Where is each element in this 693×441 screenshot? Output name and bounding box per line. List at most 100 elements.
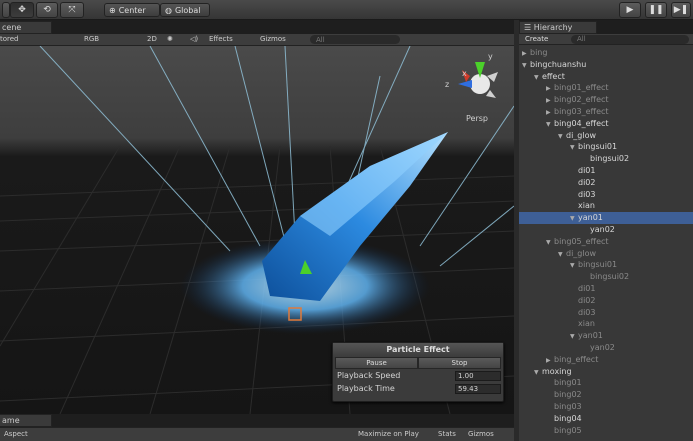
hierarchy-item[interactable]: di03 xyxy=(519,189,693,201)
hierarchy-item-label: di_glow xyxy=(566,130,597,140)
hierarchy-item[interactable]: ▼ yan01 xyxy=(519,212,693,225)
hierarchy-item-label: bing05_effect xyxy=(554,236,609,246)
hierarchy-item[interactable]: di01 xyxy=(519,165,693,177)
hierarchy-item[interactable]: di01 xyxy=(519,283,693,295)
hierarchy-item-label: bing02 xyxy=(554,390,582,400)
space-global-toggle[interactable]: ◍ Global xyxy=(160,3,210,17)
hierarchy-item[interactable]: xian xyxy=(519,318,693,330)
particle-effect-panel: Particle Effect Pause Stop Playback Spee… xyxy=(332,342,504,402)
hierarchy-item[interactable]: bing05 xyxy=(519,425,693,437)
hierarchy-icon: ☰ xyxy=(524,23,534,32)
audio-icon[interactable]: ◁) xyxy=(190,35,198,43)
hierarchy-item[interactable]: ▶ bing03_effect xyxy=(519,106,693,118)
hierarchy-item-label: bing03 xyxy=(554,402,582,411)
playback-speed-field[interactable]: 1.00 xyxy=(455,371,501,381)
hierarchy-item-label: di03 xyxy=(578,189,596,199)
axis-z-label: z xyxy=(445,80,449,89)
hierarchy-item-label: bing03_effect xyxy=(554,107,609,116)
tab-hierarchy[interactable]: ☰ Hierarchy xyxy=(519,21,597,34)
hierarchy-item-label: bingsui01 xyxy=(578,260,618,270)
axis-y-label: y xyxy=(488,52,493,61)
scale-tool-button[interactable]: ⤧ xyxy=(60,2,84,18)
maximize-on-play-toggle[interactable]: Maximize on Play xyxy=(358,430,419,438)
hierarchy-item[interactable]: bingsui02 xyxy=(519,153,693,165)
game-gizmos-dropdown[interactable]: Gizmos xyxy=(468,430,494,438)
hierarchy-search-input[interactable]: All xyxy=(571,35,689,44)
lighting-icon[interactable]: ✺ xyxy=(167,35,173,43)
hierarchy-item-label: bingsui02 xyxy=(590,154,630,164)
hierarchy-item-label: yan02 xyxy=(590,343,615,352)
hierarchy-item[interactable]: xian xyxy=(519,200,693,212)
hierarchy-item[interactable]: ▼ bingsui01 xyxy=(519,259,693,271)
hierarchy-item[interactable]: bing02 xyxy=(519,389,693,401)
play-button[interactable]: ▶ xyxy=(619,2,641,18)
hierarchy-item-label: di02 xyxy=(578,295,596,305)
create-dropdown[interactable]: Create xyxy=(525,35,548,43)
render-mode-dropdown[interactable]: RGB xyxy=(84,35,99,43)
particle-stop-button[interactable]: Stop xyxy=(418,357,501,369)
step-button[interactable]: ▶❚ xyxy=(671,2,691,18)
hierarchy-item[interactable]: ▼ effect xyxy=(519,71,693,83)
hierarchy-item[interactable]: bing03 xyxy=(519,401,693,413)
hierarchy-item[interactable]: di02 xyxy=(519,177,693,189)
hierarchy-item[interactable]: bing04 xyxy=(519,413,693,425)
hierarchy-item[interactable]: ▶ bing_effect xyxy=(519,354,693,366)
tab-scene-label: cene xyxy=(2,23,22,32)
hierarchy-item[interactable]: ▼ di_glow xyxy=(519,248,693,260)
hierarchy-item[interactable]: bing01 xyxy=(519,377,693,389)
hierarchy-item-label: di01 xyxy=(578,284,596,293)
hierarchy-item-label: di02 xyxy=(578,177,596,187)
scene-search-input[interactable]: All xyxy=(310,35,400,44)
particle-pause-button[interactable]: Pause xyxy=(335,357,418,369)
hand-tool-button[interactable] xyxy=(2,2,10,18)
hierarchy-item[interactable]: di02 xyxy=(519,295,693,307)
axis-x-label: x xyxy=(462,69,467,78)
persp-label[interactable]: Persp xyxy=(466,114,488,123)
hierarchy-item-label: bing04 xyxy=(554,413,582,423)
hierarchy-item[interactable]: ▼ bingsui01 xyxy=(519,141,693,153)
rotate-icon: ⟲ xyxy=(43,5,51,15)
move-tool-button[interactable]: ✥ xyxy=(10,2,34,18)
hierarchy-item[interactable]: ▼ di_glow xyxy=(519,130,693,142)
hierarchy-item-label: xian xyxy=(578,201,595,211)
scene-toolbar: tored RGB 2D ✺ ◁) Effects Gizmos All xyxy=(0,34,514,46)
toggle-2d-button[interactable]: 2D xyxy=(147,35,157,43)
aspect-dropdown[interactable]: Aspect xyxy=(4,430,28,438)
hierarchy-item[interactable]: di03 xyxy=(519,307,693,319)
hierarchy-item-label: effect xyxy=(542,71,565,81)
particle-effect-title: Particle Effect xyxy=(333,343,503,357)
hierarchy-item[interactable]: ▶ bing01_effect xyxy=(519,82,693,94)
hierarchy-item-label: moxing xyxy=(542,366,572,376)
playback-speed-label: Playback Speed xyxy=(337,371,401,380)
hierarchy-item[interactable]: ▼ yan01 xyxy=(519,330,693,342)
hierarchy-toolbar: Create All xyxy=(519,34,693,45)
hierarchy-item[interactable]: bingsui02 xyxy=(519,271,693,283)
pause-button[interactable]: ❚❚ xyxy=(645,2,667,18)
tab-game[interactable]: ame xyxy=(0,414,52,427)
hierarchy-item-label: bing01 xyxy=(554,378,582,388)
hierarchy-item[interactable]: ▶ bing xyxy=(519,47,693,59)
main-toolbar: ✥ ⟲ ⤧ ⊕ Center ◍ Global ▶ ❚❚ ▶❚ xyxy=(0,0,693,20)
hierarchy-item[interactable]: ▼ bing04_effect xyxy=(519,118,693,130)
hierarchy-item-label: di01 xyxy=(578,166,596,175)
gizmos-dropdown[interactable]: Gizmos xyxy=(260,35,286,43)
effects-dropdown[interactable]: Effects xyxy=(209,35,233,43)
hierarchy-item-label: bing05 xyxy=(554,425,582,435)
pivot-icon: ⊕ xyxy=(109,5,116,15)
tab-scene[interactable]: cene xyxy=(0,21,52,34)
pivot-label: Center xyxy=(118,5,146,15)
hierarchy-item[interactable]: ▼ moxing xyxy=(519,366,693,378)
shading-mode-dropdown[interactable]: tored xyxy=(0,35,19,43)
hierarchy-item[interactable]: ▼ bingchuanshu xyxy=(519,59,693,71)
stats-toggle[interactable]: Stats xyxy=(438,430,456,438)
rotate-tool-button[interactable]: ⟲ xyxy=(36,2,58,18)
pivot-center-toggle[interactable]: ⊕ Center xyxy=(104,3,160,17)
play-icon: ▶ xyxy=(626,5,634,15)
hierarchy-item[interactable]: yan02 xyxy=(519,342,693,354)
hierarchy-item[interactable]: ▼ bing05_effect xyxy=(519,236,693,248)
hierarchy-item-label: di_glow xyxy=(566,248,597,258)
playback-time-field[interactable]: 59.43 xyxy=(455,384,501,394)
hierarchy-item[interactable]: yan02 xyxy=(519,224,693,236)
hierarchy-item-label: yan01 xyxy=(578,331,603,341)
hierarchy-item[interactable]: ▶ bing02_effect xyxy=(519,94,693,106)
